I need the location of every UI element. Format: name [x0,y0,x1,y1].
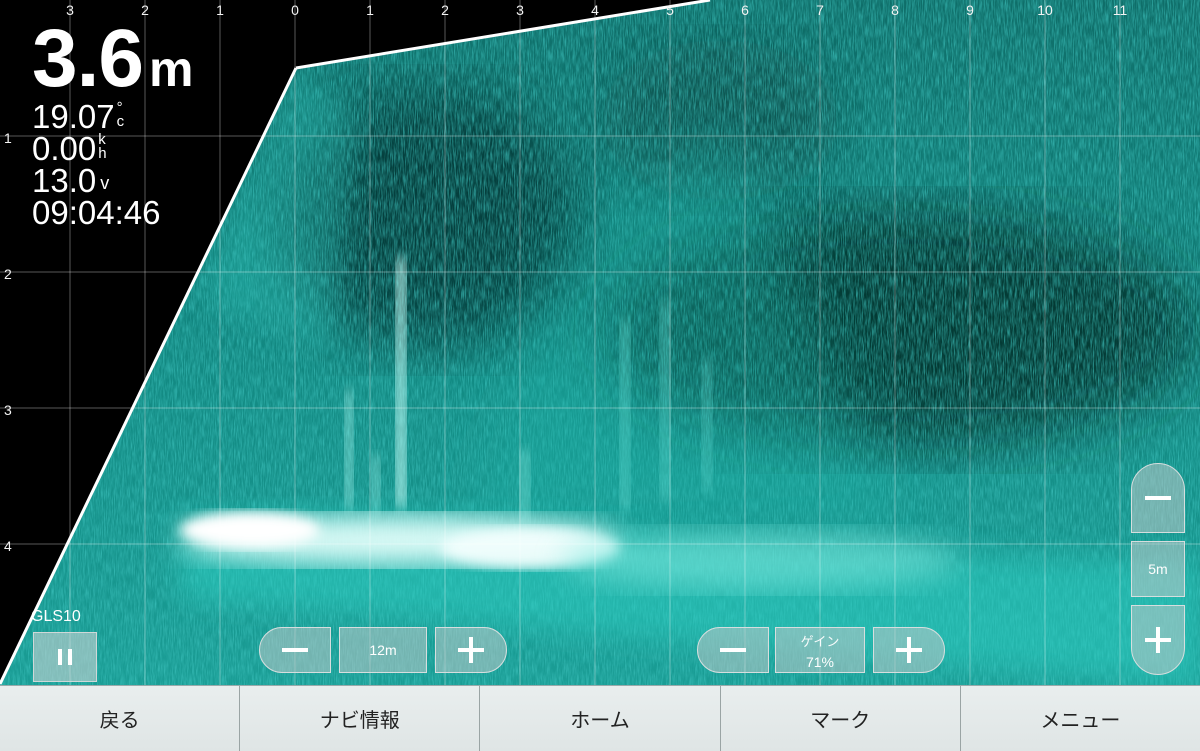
plus-icon [458,637,484,663]
readout-panel: 3.6 m 19.07 ° c 0.00 kh 13.0 v 09:04:46 [32,18,193,231]
plus-icon [1145,627,1171,653]
minus-icon [720,648,746,652]
x-tick-label: 10 [1037,2,1053,18]
temp-unit-bottom: c [116,113,125,130]
x-tick-label: 0 [291,2,299,18]
x-tick-label: 4 [591,2,599,18]
voltage-value: 13.0 [32,162,97,199]
gain-decrease-button[interactable] [697,627,769,673]
nav-info-button[interactable]: ナビ情報 [240,686,481,751]
x-tick-label: 7 [816,2,824,18]
range-value: 12m [369,642,397,658]
x-tick-label: 8 [891,2,899,18]
gain-label: ゲイン [800,633,840,649]
x-tick-label: 3 [516,2,524,18]
minus-icon [1145,496,1171,500]
voltage-unit: v [100,173,110,193]
y-tick-label: 1 [4,130,12,146]
range-decrease-button[interactable] [259,627,331,673]
home-button[interactable]: ホーム [480,686,721,751]
water-temp-value: 19.07 [32,98,115,135]
minus-icon [282,648,308,652]
depth-value: 3.6 [32,13,144,104]
menu-button[interactable]: メニュー [961,686,1200,751]
back-button[interactable]: 戻る [0,686,241,751]
y-tick-label: 4 [4,538,12,554]
y-tick-label: 2 [4,266,12,282]
gain-increase-button[interactable] [873,627,945,673]
mark-button[interactable]: マーク [721,686,961,751]
speed-readout: 0.00 kh [32,130,193,167]
x-tick-label: 1 [216,2,224,18]
x-tick-label: 1 [366,2,374,18]
x-tick-label: 9 [966,2,974,18]
depth-unit: m [149,41,194,97]
zoom-in-button[interactable] [1131,605,1185,675]
water-temp-readout: 19.07 ° c [32,98,193,135]
range-increase-button[interactable] [435,627,507,673]
clock-readout: 09:04:46 [32,194,161,231]
speed-value: 0.00 [32,130,97,167]
x-tick-label: 11 [1112,2,1128,18]
zoom-out-button[interactable] [1131,463,1185,533]
pause-button[interactable] [33,632,97,682]
range-value-display[interactable]: 12m [339,627,427,673]
x-tick-label: 2 [441,2,449,18]
x-tick-label: 6 [741,2,749,18]
plus-icon [896,637,922,663]
sonar-view[interactable]: 3 2 1 0 1 2 3 4 5 6 7 8 9 10 11 1 2 3 4 … [0,0,1200,685]
voltage-readout: 13.0 v [32,162,193,199]
y-tick-label: 3 [4,402,12,418]
gain-value-display[interactable]: ゲイン 71% [775,627,865,673]
speed-unit-bottom: h [98,145,107,162]
gain-value: 71% [805,653,835,670]
pause-icon [55,649,75,665]
device-model-label: GLS10 [31,608,81,625]
bottom-navbar: 戻る ナビ情報 ホーム マーク メニュー [0,685,1200,751]
depth-readout: 3.6 m [32,18,193,100]
zoom-value: 5m [1148,561,1168,577]
x-tick-label: 5 [666,2,674,18]
zoom-value-display[interactable]: 5m [1131,541,1185,597]
